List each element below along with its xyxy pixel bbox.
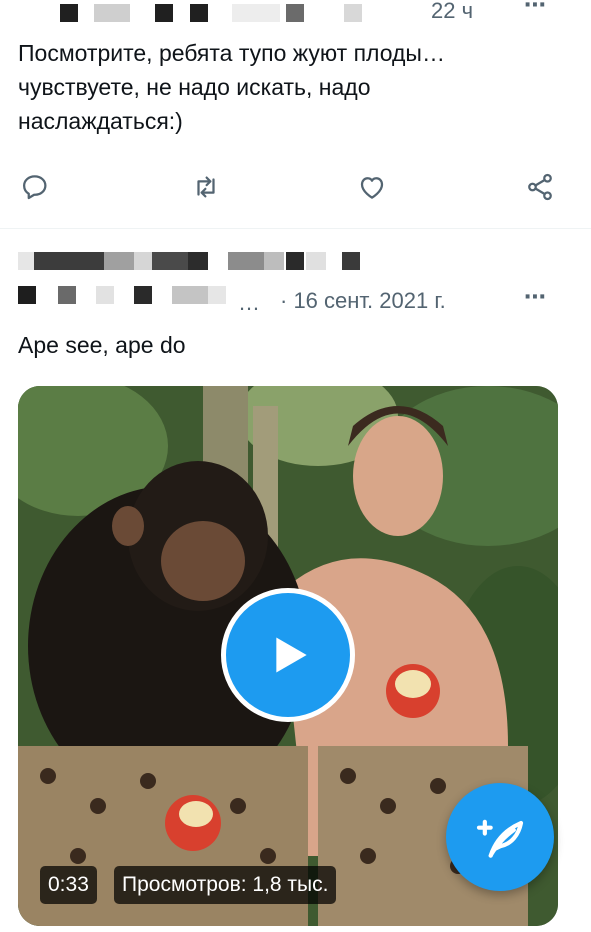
tweet2-timestamp[interactable]: · 16 сент. 2021 г. — [280, 288, 446, 314]
retweet-button[interactable] — [186, 167, 226, 207]
tweet1-header: 22 ч ⋯ — [0, 0, 591, 28]
reply-icon — [23, 175, 47, 200]
video-views-badge: Просмотров: 1,8 тыс. — [114, 866, 337, 904]
retweet-icon — [197, 176, 215, 198]
reply-button[interactable] — [16, 167, 56, 207]
play-icon — [276, 637, 307, 673]
video-duration-badge: 0:33 — [40, 866, 97, 904]
play-button[interactable] — [221, 588, 355, 722]
tweet-divider — [0, 228, 591, 229]
heart-icon — [360, 177, 384, 199]
share-button[interactable] — [520, 167, 560, 207]
tweet2-text: Ape see, ape do — [18, 332, 186, 358]
share-icon — [528, 173, 552, 201]
like-button[interactable] — [352, 167, 392, 207]
tweet1-more-icon[interactable]: ⋯ — [524, 0, 547, 18]
compose-tweet-button[interactable] — [446, 783, 554, 891]
tweet1-text: Посмотрите, ребята тупо жуют плоды… чувс… — [18, 40, 445, 134]
tweet2-handle-ellipsis: … — [238, 290, 260, 315]
compose-tweet-icon — [476, 819, 524, 858]
tweet1-timestamp[interactable]: 22 ч — [431, 0, 473, 24]
tweet1-actions — [0, 167, 591, 207]
tweet2-more-icon[interactable]: ⋯ — [524, 284, 547, 310]
